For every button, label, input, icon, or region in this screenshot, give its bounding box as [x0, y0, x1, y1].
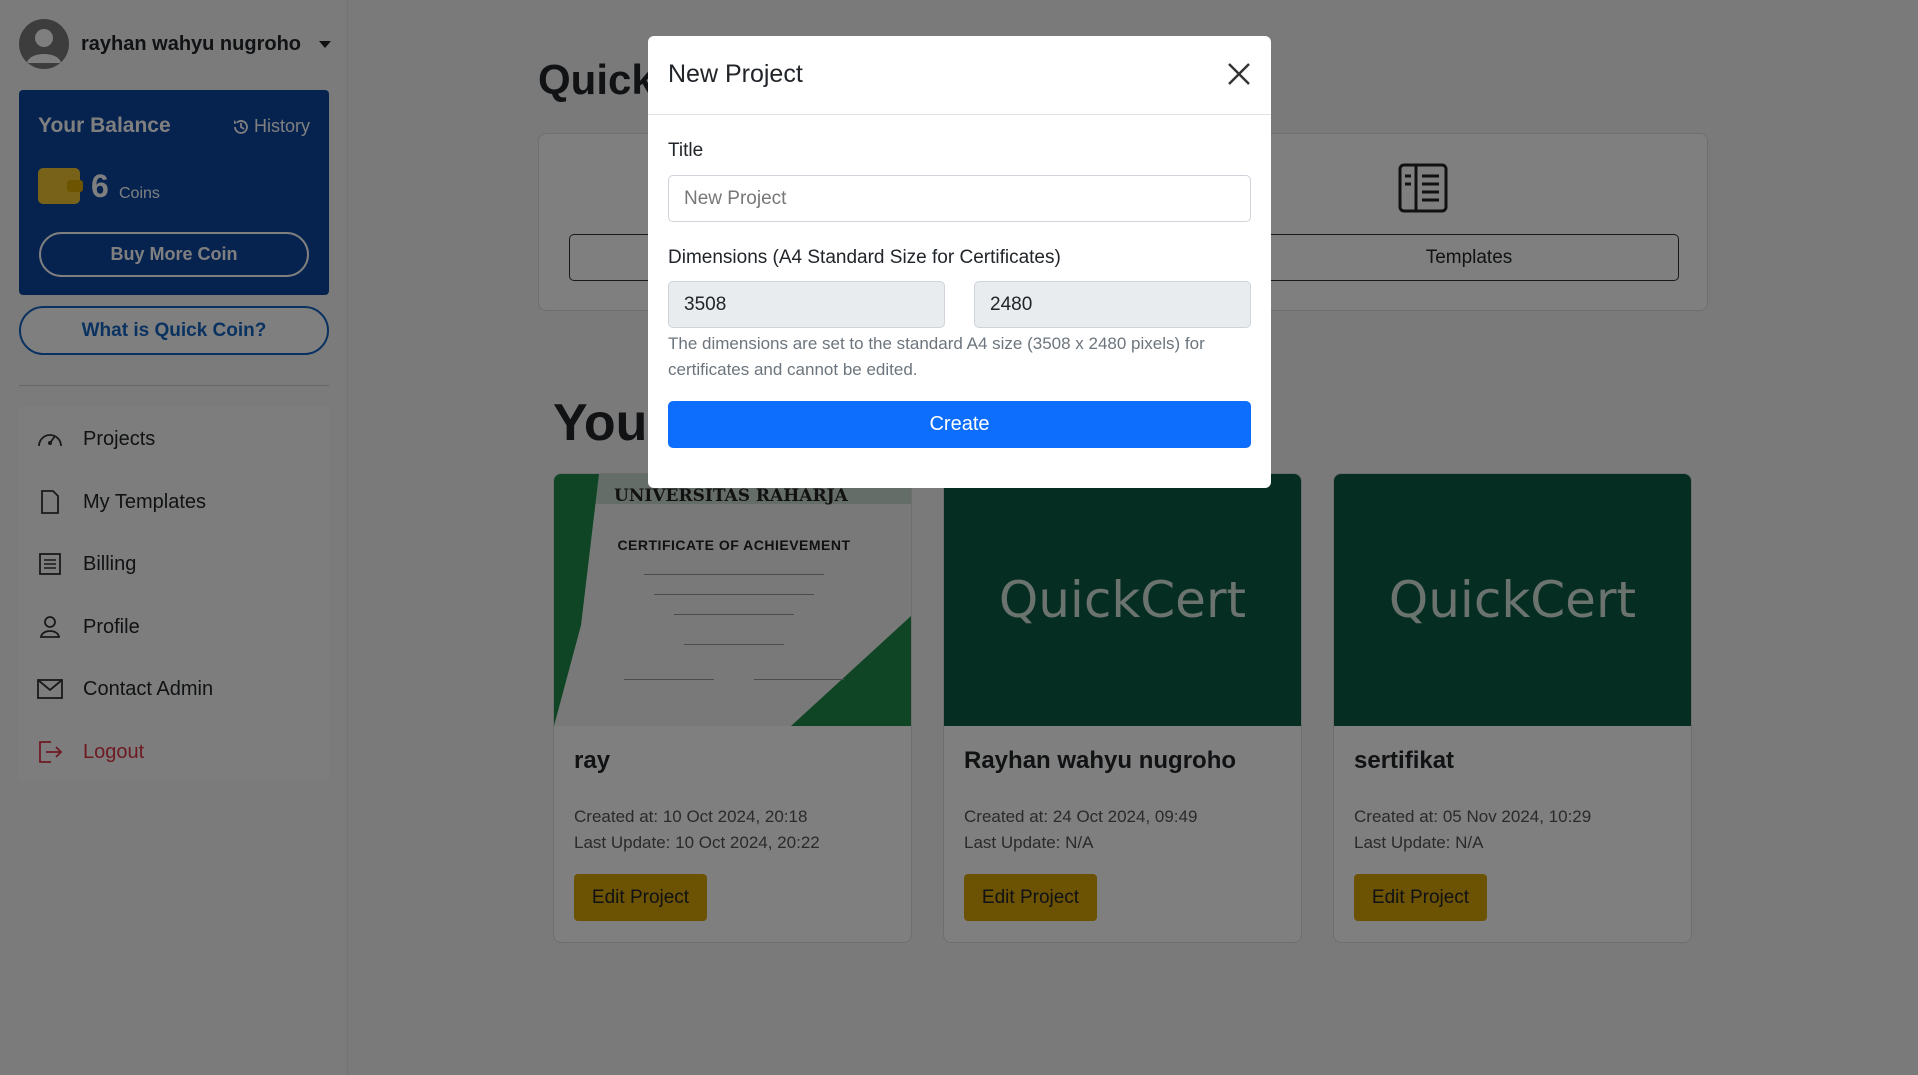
title-label: Title [668, 140, 704, 161]
title-input[interactable] [668, 175, 1251, 222]
dimensions-label: Dimensions (A4 Standard Size for Certifi… [668, 247, 1061, 268]
height-input [974, 281, 1251, 328]
modal-header: New Project [648, 36, 1271, 115]
dimensions-help-text: The dimensions are set to the standard A… [668, 334, 1205, 379]
new-project-modal: New Project Title Dimensions (A4 Standar… [648, 36, 1271, 488]
close-icon[interactable] [1225, 60, 1253, 88]
modal-title: New Project [668, 60, 803, 88]
create-button[interactable]: Create [668, 401, 1251, 448]
width-input [668, 281, 945, 328]
